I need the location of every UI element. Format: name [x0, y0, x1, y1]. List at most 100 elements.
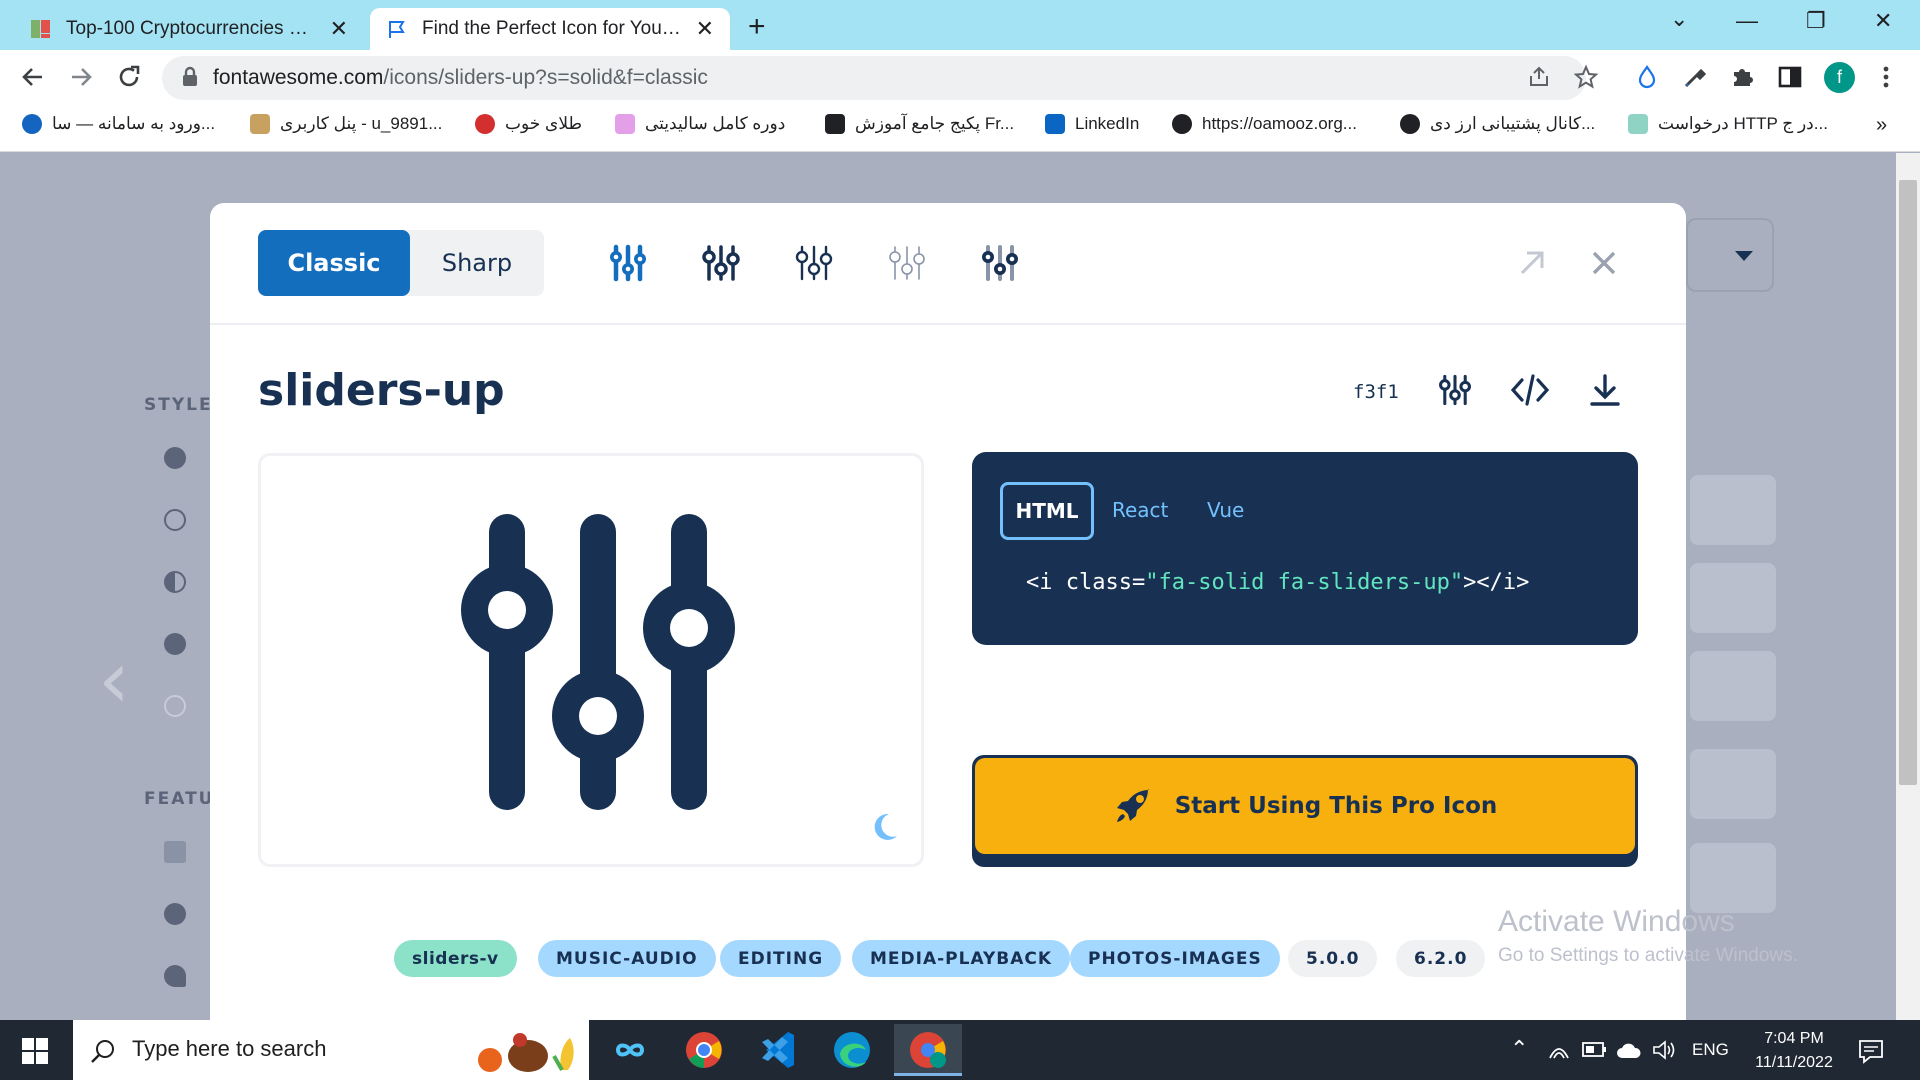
code-string: "fa-solid fa-sliders-up"	[1145, 570, 1464, 595]
show-hidden-icons-chevron[interactable]: ⌃	[1510, 1036, 1528, 1062]
solid-style-icon[interactable]	[608, 243, 648, 283]
background-card	[1690, 563, 1776, 633]
url-text[interactable]: fontawesome.com/icons/sliders-up?s=solid…	[213, 66, 708, 90]
sparkle-icon[interactable]	[164, 841, 186, 863]
forward-button[interactable]	[66, 62, 96, 92]
onedrive-cloud-icon[interactable]	[1616, 1040, 1642, 1060]
copy-glyph-icon[interactable]	[1438, 373, 1472, 407]
browser-tab-fontawesome[interactable]: Find the Perfect Icon for Your Project ✕	[370, 8, 730, 50]
light-style-icon[interactable]	[794, 243, 834, 283]
bookmark-label: LinkedIn	[1075, 114, 1140, 133]
site-favicon-icon	[250, 114, 270, 134]
volume-icon[interactable]	[1652, 1040, 1676, 1060]
battery-icon[interactable]	[1582, 1040, 1608, 1060]
thanksgiving-search-highlight-icon[interactable]	[474, 1026, 582, 1076]
bookmark-label: درخواست HTTP در ج...	[1658, 114, 1828, 133]
restore-button[interactable]: ❐	[1806, 8, 1826, 34]
scrollbar-thumb[interactable]	[1899, 180, 1917, 785]
regular-style-icon[interactable]	[701, 243, 741, 283]
reload-button[interactable]	[114, 62, 144, 92]
taskbar-app-vscode[interactable]	[744, 1024, 812, 1076]
more-bookmarks-button[interactable]: »	[1876, 114, 1887, 137]
bookmark-item[interactable]: طلای خوب	[475, 114, 582, 134]
lock-icon[interactable]	[180, 66, 200, 88]
classic-family-button[interactable]: Classic	[258, 230, 410, 296]
category-tag[interactable]: PHOTOS-IMAGES	[1070, 940, 1280, 977]
version-tag[interactable]: 6.2.0	[1396, 940, 1486, 977]
back-button[interactable]	[18, 62, 48, 92]
watermark-subtitle: Go to Settings to activate Windows.	[1498, 945, 1798, 966]
share-icon[interactable]	[1526, 64, 1552, 90]
bookmark-item[interactable]: پکیج جامع آموزش Fr...	[825, 114, 1014, 134]
style-filter-icon[interactable]	[164, 447, 186, 469]
notifications-icon[interactable]	[1858, 1038, 1884, 1064]
taskbar-app-infinity[interactable]	[596, 1024, 664, 1076]
background-card	[1690, 843, 1776, 913]
language-indicator[interactable]: ENG	[1692, 1040, 1729, 1060]
open-icon-page-icon[interactable]	[1518, 249, 1546, 277]
sharp-family-button[interactable]: Sharp	[410, 230, 544, 296]
dollar-icon[interactable]	[164, 903, 186, 925]
cta-label: Start Using This Pro Icon	[1174, 793, 1498, 819]
background-card	[1690, 475, 1776, 545]
bookmark-item[interactable]: دوره کامل سالیدیتی	[615, 114, 785, 134]
background-card	[1690, 651, 1776, 721]
taskbar-app-chrome[interactable]	[670, 1024, 738, 1076]
browser-menu-icon[interactable]	[1880, 64, 1892, 90]
side-panel-icon[interactable]	[1777, 64, 1803, 90]
windows-start-icon[interactable]	[22, 1038, 48, 1064]
url-path: /icons/sliders-up?s=solid&f=classic	[383, 66, 708, 89]
dark-mode-moon-icon[interactable]	[869, 812, 899, 842]
eyedropper-extension-icon[interactable]	[1682, 64, 1708, 90]
bookmark-item[interactable]: درخواست HTTP در ج...	[1628, 114, 1828, 134]
code-tab-html[interactable]: HTML	[1000, 482, 1094, 540]
minimize-button[interactable]: —	[1736, 8, 1758, 34]
code-tab-react[interactable]: React	[1112, 498, 1168, 522]
download-icon[interactable]	[1588, 373, 1622, 407]
bookmark-item[interactable]: https://oamooz.org...	[1172, 114, 1357, 134]
style-filter-icon[interactable]	[164, 695, 186, 717]
profile-avatar[interactable]: f	[1824, 62, 1855, 93]
code-tab-vue[interactable]: Vue	[1207, 498, 1244, 522]
bookmark-star-icon[interactable]	[1573, 64, 1599, 90]
previous-icon-arrow[interactable]: ‹	[98, 633, 130, 726]
taskbar-app-chrome-profile[interactable]	[894, 1024, 962, 1076]
close-window-button[interactable]: ✕	[1874, 8, 1892, 34]
bookmark-item[interactable]: پنل کاربری - u_9891...	[250, 114, 442, 134]
wifi-icon[interactable]	[1548, 1040, 1570, 1060]
tab-search-icon[interactable]: ⌄	[1670, 6, 1688, 32]
close-tab-icon[interactable]: ✕	[330, 17, 348, 42]
code-snippet[interactable]: <i class="fa-solid fa-sliders-up"></i>	[1026, 570, 1529, 595]
category-tag[interactable]: MUSIC-AUDIO	[538, 940, 716, 977]
style-filter-icon[interactable]	[164, 571, 186, 593]
thin-style-icon[interactable]	[887, 243, 927, 283]
bookmark-label: طلای خوب	[505, 114, 582, 133]
bookmark-item[interactable]: کانال پشتیبانی ارز دی...	[1400, 114, 1595, 134]
bookmark-label: دوره کامل سالیدیتی	[645, 114, 786, 133]
version-tag[interactable]: 5.0.0	[1288, 940, 1378, 977]
browser-tab-coinmarket[interactable]: Top-100 Cryptocurrencies & Tokens ✕	[14, 8, 364, 50]
category-tag[interactable]: MEDIA-PLAYBACK	[852, 940, 1071, 977]
sidebar-feature-heading: FEATU	[144, 789, 215, 809]
new-tab-button[interactable]: +	[748, 10, 766, 44]
alias-tag[interactable]: sliders-v	[394, 940, 517, 977]
style-filter-icon[interactable]	[164, 509, 186, 531]
close-modal-icon[interactable]	[1590, 249, 1618, 277]
heart-icon[interactable]	[164, 965, 186, 987]
site-favicon-icon	[1628, 114, 1648, 134]
bookmark-item-linkedin[interactable]: LinkedIn	[1045, 114, 1139, 134]
extensions-puzzle-icon[interactable]	[1730, 64, 1756, 90]
code-icon[interactable]	[1510, 373, 1550, 407]
bookmark-item[interactable]: ورود به سامانه — سا...	[22, 114, 215, 134]
category-tag[interactable]: EDITING	[720, 940, 842, 977]
taskbar-search-placeholder: Type here to search	[132, 1036, 327, 1061]
clock[interactable]: 7:04 PM 11/11/2022	[1744, 1027, 1844, 1075]
style-filter-icon[interactable]	[164, 633, 186, 655]
start-using-pro-button[interactable]: Start Using This Pro Icon	[972, 755, 1638, 867]
droplet-extension-icon[interactable]	[1634, 64, 1660, 90]
unicode-value[interactable]: f3f1	[1353, 381, 1399, 403]
taskbar-app-edge[interactable]	[818, 1024, 886, 1076]
bookmark-label: پکیج جامع آموزش Fr...	[855, 114, 1015, 133]
duotone-style-icon[interactable]	[980, 243, 1020, 283]
close-tab-icon[interactable]: ✕	[696, 17, 714, 42]
